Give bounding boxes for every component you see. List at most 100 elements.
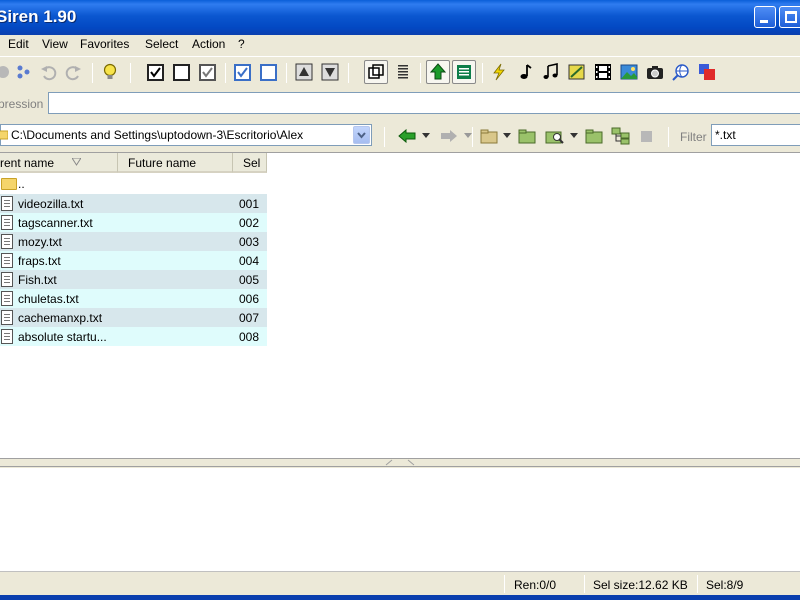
file-sel-index: 007 bbox=[239, 311, 260, 325]
text-file-icon bbox=[1, 291, 13, 306]
toolbar-separator bbox=[668, 127, 669, 147]
expression-row: pression bbox=[0, 90, 800, 118]
move-up-icon[interactable] bbox=[295, 63, 313, 81]
back-arrow-icon[interactable] bbox=[398, 129, 416, 143]
dots-icon[interactable] bbox=[15, 63, 33, 81]
path-dropdown-button[interactable] bbox=[353, 126, 370, 144]
text-file-icon bbox=[1, 272, 13, 287]
move-down-icon[interactable] bbox=[321, 63, 339, 81]
list-item[interactable]: chuletas.txt 006 bbox=[0, 289, 267, 308]
picture-icon[interactable] bbox=[620, 63, 638, 81]
text-file-icon bbox=[1, 310, 13, 325]
pane-splitter[interactable] bbox=[0, 458, 800, 467]
menu-view[interactable]: View bbox=[42, 37, 68, 51]
film-icon[interactable] bbox=[594, 63, 612, 81]
copy-window-toggle[interactable] bbox=[364, 60, 388, 84]
column-header-current-label: rrent name bbox=[0, 156, 55, 170]
uncheck-all-icon[interactable] bbox=[173, 64, 190, 81]
list-item[interactable]: fraps.txt 004 bbox=[0, 251, 267, 270]
folder-green-icon[interactable] bbox=[518, 128, 536, 144]
status-separator bbox=[697, 575, 698, 593]
file-name: Fish.txt bbox=[18, 273, 57, 287]
list-item[interactable]: absolute startu... 008 bbox=[0, 327, 267, 346]
path-row: C:\Documents and Settings\uptodown-3\Esc… bbox=[0, 121, 800, 151]
splitter-grip-icon bbox=[385, 459, 415, 466]
column-header-future-name[interactable]: Future name bbox=[118, 153, 233, 173]
list-equal-icon bbox=[457, 65, 471, 79]
menu-select[interactable]: Select bbox=[145, 37, 178, 51]
title-bar[interactable]: Siren 1.90 bbox=[0, 0, 800, 35]
window-bottom-border bbox=[0, 595, 800, 600]
maximize-button[interactable] bbox=[779, 6, 800, 28]
folder-open-icon[interactable] bbox=[585, 128, 603, 144]
filter-input[interactable]: *.txt bbox=[711, 124, 800, 146]
up-folder-dropdown-icon[interactable] bbox=[503, 133, 511, 139]
menu-edit[interactable]: Edit bbox=[8, 37, 29, 51]
menu-help[interactable]: ? bbox=[238, 37, 245, 51]
folder-search-icon[interactable] bbox=[545, 128, 565, 144]
status-separator bbox=[584, 575, 585, 593]
lightbulb-icon[interactable] bbox=[101, 63, 119, 81]
maximize-icon bbox=[785, 11, 797, 23]
minimize-button[interactable] bbox=[754, 6, 776, 28]
column-header-current-name[interactable]: rrent name bbox=[0, 153, 118, 173]
stop-icon[interactable] bbox=[640, 130, 653, 143]
color-squares-icon[interactable] bbox=[698, 63, 716, 81]
file-name: cachemanxp.txt bbox=[18, 311, 103, 325]
forward-dropdown-icon[interactable] bbox=[464, 133, 472, 139]
list-item[interactable]: Fish.txt 005 bbox=[0, 270, 267, 289]
column-header-sel[interactable]: Sel bbox=[233, 153, 267, 173]
list-item[interactable]: videozilla.txt 001 bbox=[0, 194, 267, 213]
check-dim-icon[interactable] bbox=[199, 64, 216, 81]
uncheck-blue-icon[interactable] bbox=[260, 64, 277, 81]
toolbar-separator bbox=[482, 63, 483, 83]
camera-icon[interactable] bbox=[646, 63, 664, 81]
undo-icon[interactable] bbox=[39, 63, 57, 81]
image-edit-icon[interactable] bbox=[568, 63, 586, 81]
sort-descending-icon bbox=[72, 158, 81, 166]
list-icon[interactable] bbox=[394, 63, 412, 81]
text-file-icon bbox=[1, 234, 13, 249]
notes-icon[interactable] bbox=[542, 63, 560, 81]
toolbar bbox=[0, 56, 800, 88]
expression-label: pression bbox=[0, 97, 44, 111]
folder-icon bbox=[1, 178, 17, 190]
minimize-icon bbox=[760, 20, 768, 23]
file-sel-index: 006 bbox=[239, 292, 260, 306]
toolbar-separator bbox=[384, 127, 385, 147]
preview-pane bbox=[0, 468, 800, 571]
toolbar-separator bbox=[348, 63, 349, 83]
list-equal-toggle[interactable] bbox=[452, 60, 476, 84]
file-sel-index: 003 bbox=[239, 235, 260, 249]
expression-input[interactable] bbox=[48, 92, 800, 114]
globe-icon[interactable] bbox=[672, 63, 690, 81]
list-item-parent[interactable]: .. bbox=[0, 174, 267, 193]
tree-up-toggle[interactable] bbox=[426, 60, 450, 84]
toolbar-separator bbox=[420, 63, 421, 83]
up-folder-icon[interactable] bbox=[480, 128, 498, 144]
status-separator bbox=[504, 575, 505, 593]
filter-label: Filter bbox=[680, 130, 707, 144]
menu-favorites[interactable]: Favorites bbox=[80, 37, 129, 51]
toolbar-separator bbox=[472, 127, 473, 147]
lightning-icon[interactable] bbox=[490, 63, 508, 81]
check-blue-icon[interactable] bbox=[234, 64, 251, 81]
status-selection-count: Sel:8/9 bbox=[706, 578, 744, 592]
file-name: chuletas.txt bbox=[18, 292, 79, 306]
list-item[interactable]: mozy.txt 003 bbox=[0, 232, 267, 251]
path-combobox[interactable]: C:\Documents and Settings\uptodown-3\Esc… bbox=[0, 124, 372, 146]
forward-arrow-icon[interactable] bbox=[440, 129, 458, 143]
folder-tree-icon[interactable] bbox=[611, 127, 631, 145]
check-all-icon[interactable] bbox=[147, 64, 164, 81]
folder-search-dropdown-icon[interactable] bbox=[570, 133, 578, 139]
note-icon[interactable] bbox=[516, 63, 534, 81]
menu-action[interactable]: Action bbox=[192, 37, 225, 51]
list-item[interactable]: tagscanner.txt 002 bbox=[0, 213, 267, 232]
text-file-icon bbox=[1, 329, 13, 344]
back-dropdown-icon[interactable] bbox=[422, 133, 430, 139]
list-item[interactable]: cachemanxp.txt 007 bbox=[0, 308, 267, 327]
record-icon[interactable] bbox=[0, 63, 12, 81]
redo-icon[interactable] bbox=[65, 63, 83, 81]
file-sel-index: 004 bbox=[239, 254, 260, 268]
path-value: C:\Documents and Settings\uptodown-3\Esc… bbox=[11, 128, 304, 142]
